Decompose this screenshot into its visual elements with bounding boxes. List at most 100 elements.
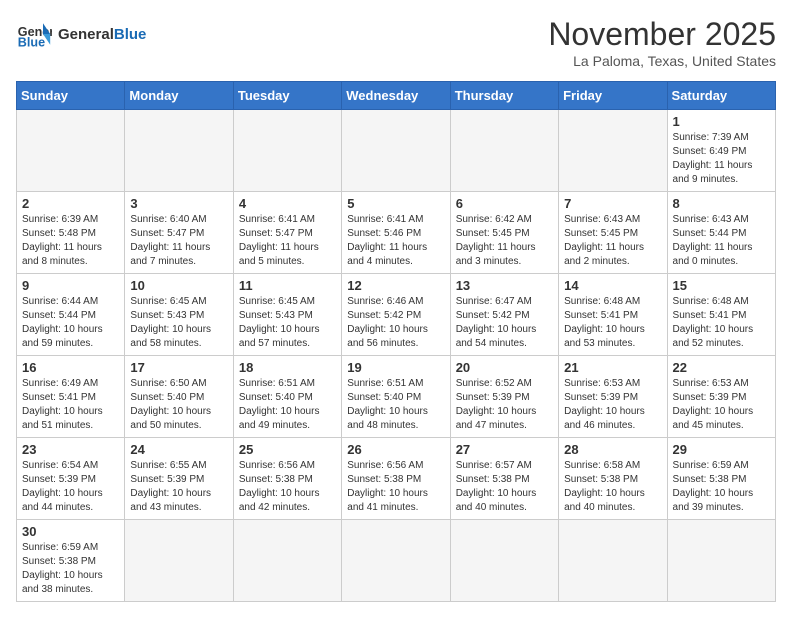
day-info: Sunrise: 6:55 AM Sunset: 5:39 PM Dayligh… — [130, 459, 227, 515]
day-info: Sunrise: 6:41 AM Sunset: 5:46 PM Dayligh… — [347, 213, 444, 269]
day-number: 17 — [130, 360, 227, 375]
calendar-week-row: 30 Sunrise: 6:59 AM Sunset: 5:38 PM Dayli… — [17, 520, 776, 602]
day-info: Sunrise: 6:45 AM Sunset: 5:43 PM Dayligh… — [130, 295, 227, 351]
day-info: Sunrise: 6:39 AM Sunset: 5:48 PM Dayligh… — [22, 213, 119, 269]
day-number: 21 — [564, 360, 661, 375]
day-info: Sunrise: 6:58 AM Sunset: 5:38 PM Dayligh… — [564, 459, 661, 515]
day-number: 5 — [347, 196, 444, 211]
day-number: 22 — [673, 360, 770, 375]
day-number: 9 — [22, 278, 119, 293]
day-header-sunday: Sunday — [17, 82, 125, 110]
calendar-week-row: 2Sunrise: 6:39 AM Sunset: 5:48 PM Daylig… — [17, 192, 776, 274]
day-header-saturday: Saturday — [667, 82, 775, 110]
day-info: Sunrise: 6:44 AM Sunset: 5:44 PM Dayligh… — [22, 295, 119, 351]
day-number: 20 — [456, 360, 553, 375]
day-header-monday: Monday — [125, 82, 233, 110]
day-info: Sunrise: 6:53 AM Sunset: 5:39 PM Dayligh… — [564, 377, 661, 433]
calendar-cell: 14 Sunrise: 6:48 AM Sunset: 5:41 PM Dayli… — [559, 274, 667, 356]
calendar-week-row: 1 Sunrise: 7:39 AM Sunset: 6:49 PM Daylig… — [17, 110, 776, 192]
day-info: Sunrise: 6:59 AM Sunset: 5:38 PM Dayligh… — [673, 459, 770, 515]
calendar-cell: 1 Sunrise: 7:39 AM Sunset: 6:49 PM Daylig… — [667, 110, 775, 192]
title-block: November 2025 La Paloma, Texas, United S… — [548, 16, 776, 69]
day-info: Sunrise: 6:48 AM Sunset: 5:41 PM Dayligh… — [673, 295, 770, 351]
day-header-thursday: Thursday — [450, 82, 558, 110]
day-info: Sunrise: 6:53 AM Sunset: 5:39 PM Dayligh… — [673, 377, 770, 433]
calendar-cell: 16 Sunrise: 6:49 AM Sunset: 5:41 PM Dayli… — [17, 356, 125, 438]
day-info: Sunrise: 6:40 AM Sunset: 5:47 PM Dayligh… — [130, 213, 227, 269]
day-info: Sunrise: 6:49 AM Sunset: 5:41 PM Dayligh… — [22, 377, 119, 433]
calendar-cell: 26 Sunrise: 6:56 AM Sunset: 5:38 PM Dayli… — [342, 438, 450, 520]
day-number: 4 — [239, 196, 336, 211]
day-info: Sunrise: 6:57 AM Sunset: 5:38 PM Dayligh… — [456, 459, 553, 515]
calendar-cell: 17 Sunrise: 6:50 AM Sunset: 5:40 PM Dayli… — [125, 356, 233, 438]
day-number: 26 — [347, 442, 444, 457]
calendar-cell: 25Sunrise: 6:56 AM Sunset: 5:38 PM Dayli… — [233, 438, 341, 520]
calendar-cell — [125, 520, 233, 602]
calendar-week-row: 23Sunrise: 6:54 AM Sunset: 5:39 PM Dayli… — [17, 438, 776, 520]
calendar-cell — [342, 110, 450, 192]
calendar-cell: 6Sunrise: 6:42 AM Sunset: 5:45 PM Daylig… — [450, 192, 558, 274]
day-info: Sunrise: 6:51 AM Sunset: 5:40 PM Dayligh… — [239, 377, 336, 433]
calendar-cell — [125, 110, 233, 192]
day-info: Sunrise: 6:45 AM Sunset: 5:43 PM Dayligh… — [239, 295, 336, 351]
calendar-cell: 2Sunrise: 6:39 AM Sunset: 5:48 PM Daylig… — [17, 192, 125, 274]
calendar-cell: 28 Sunrise: 6:58 AM Sunset: 5:38 PM Dayli… — [559, 438, 667, 520]
calendar-cell — [342, 520, 450, 602]
calendar-cell: 13Sunrise: 6:47 AM Sunset: 5:42 PM Dayli… — [450, 274, 558, 356]
calendar-cell — [233, 110, 341, 192]
calendar-cell: 12Sunrise: 6:46 AM Sunset: 5:42 PM Dayli… — [342, 274, 450, 356]
day-header-tuesday: Tuesday — [233, 82, 341, 110]
day-number: 13 — [456, 278, 553, 293]
day-info: Sunrise: 6:56 AM Sunset: 5:38 PM Dayligh… — [347, 459, 444, 515]
day-number: 8 — [673, 196, 770, 211]
day-info: Sunrise: 7:39 AM Sunset: 6:49 PM Dayligh… — [673, 131, 770, 187]
calendar-header-row: SundayMondayTuesdayWednesdayThursdayFrid… — [17, 82, 776, 110]
calendar-cell: 24 Sunrise: 6:55 AM Sunset: 5:39 PM Dayli… — [125, 438, 233, 520]
day-number: 28 — [564, 442, 661, 457]
calendar-cell: 23Sunrise: 6:54 AM Sunset: 5:39 PM Dayli… — [17, 438, 125, 520]
calendar-cell: 22 Sunrise: 6:53 AM Sunset: 5:39 PM Dayli… — [667, 356, 775, 438]
day-number: 16 — [22, 360, 119, 375]
day-number: 11 — [239, 278, 336, 293]
calendar: SundayMondayTuesdayWednesdayThursdayFrid… — [16, 81, 776, 602]
month-title: November 2025 — [548, 16, 776, 53]
day-number: 30 — [22, 524, 119, 539]
calendar-cell: 30 Sunrise: 6:59 AM Sunset: 5:38 PM Dayli… — [17, 520, 125, 602]
day-header-wednesday: Wednesday — [342, 82, 450, 110]
calendar-cell: 3 Sunrise: 6:40 AM Sunset: 5:47 PM Daylig… — [125, 192, 233, 274]
calendar-cell: 18Sunrise: 6:51 AM Sunset: 5:40 PM Dayli… — [233, 356, 341, 438]
calendar-cell: 4 Sunrise: 6:41 AM Sunset: 5:47 PM Daylig… — [233, 192, 341, 274]
day-info: Sunrise: 6:54 AM Sunset: 5:39 PM Dayligh… — [22, 459, 119, 515]
day-info: Sunrise: 6:43 AM Sunset: 5:44 PM Dayligh… — [673, 213, 770, 269]
calendar-cell — [17, 110, 125, 192]
day-number: 25 — [239, 442, 336, 457]
calendar-week-row: 16 Sunrise: 6:49 AM Sunset: 5:41 PM Dayli… — [17, 356, 776, 438]
day-number: 10 — [130, 278, 227, 293]
day-number: 6 — [456, 196, 553, 211]
logo-text: GeneralBlue — [58, 26, 146, 43]
day-number: 1 — [673, 114, 770, 129]
calendar-cell: 10 Sunrise: 6:45 AM Sunset: 5:43 PM Dayli… — [125, 274, 233, 356]
page-header: General Blue GeneralBlue November 2025 L… — [16, 16, 776, 69]
day-info: Sunrise: 6:50 AM Sunset: 5:40 PM Dayligh… — [130, 377, 227, 433]
calendar-cell — [559, 520, 667, 602]
day-info: Sunrise: 6:41 AM Sunset: 5:47 PM Dayligh… — [239, 213, 336, 269]
calendar-cell: 29Sunrise: 6:59 AM Sunset: 5:38 PM Dayli… — [667, 438, 775, 520]
day-number: 14 — [564, 278, 661, 293]
calendar-cell: 21 Sunrise: 6:53 AM Sunset: 5:39 PM Dayli… — [559, 356, 667, 438]
calendar-cell: 7 Sunrise: 6:43 AM Sunset: 5:45 PM Daylig… — [559, 192, 667, 274]
day-info: Sunrise: 6:59 AM Sunset: 5:38 PM Dayligh… — [22, 541, 119, 597]
calendar-cell: 8 Sunrise: 6:43 AM Sunset: 5:44 PM Daylig… — [667, 192, 775, 274]
day-number: 7 — [564, 196, 661, 211]
day-info: Sunrise: 6:48 AM Sunset: 5:41 PM Dayligh… — [564, 295, 661, 351]
day-number: 24 — [130, 442, 227, 457]
calendar-cell: 20Sunrise: 6:52 AM Sunset: 5:39 PM Dayli… — [450, 356, 558, 438]
calendar-week-row: 9 Sunrise: 6:44 AM Sunset: 5:44 PM Daylig… — [17, 274, 776, 356]
location: La Paloma, Texas, United States — [548, 53, 776, 69]
calendar-cell: 15 Sunrise: 6:48 AM Sunset: 5:41 PM Dayli… — [667, 274, 775, 356]
day-info: Sunrise: 6:43 AM Sunset: 5:45 PM Dayligh… — [564, 213, 661, 269]
day-number: 15 — [673, 278, 770, 293]
day-number: 3 — [130, 196, 227, 211]
day-info: Sunrise: 6:46 AM Sunset: 5:42 PM Dayligh… — [347, 295, 444, 351]
calendar-cell: 27Sunrise: 6:57 AM Sunset: 5:38 PM Dayli… — [450, 438, 558, 520]
